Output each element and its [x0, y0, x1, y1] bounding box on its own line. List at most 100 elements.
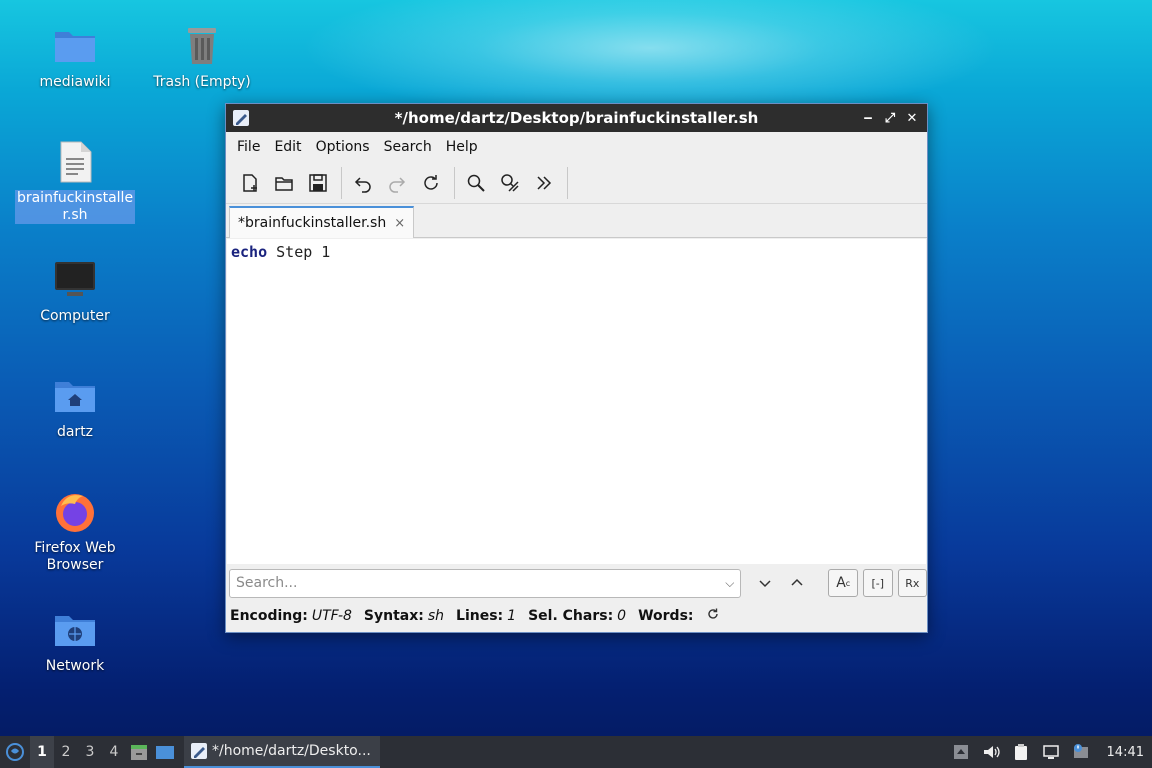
computer-icon: [55, 262, 95, 296]
code-text: Step 1: [267, 243, 331, 261]
toolbar-separator: [454, 166, 455, 199]
toolbar: [226, 162, 927, 204]
undo-button[interactable]: [347, 167, 379, 199]
menu-options[interactable]: Options: [309, 139, 377, 155]
taskbar-task-text-editor[interactable]: */home/dartz/Deskto...: [184, 736, 380, 768]
search-bar: ⌵ Ac [-] Rx: [226, 566, 928, 600]
workspace-4[interactable]: 4: [102, 736, 126, 768]
wallpaper-highlight: [300, 0, 1000, 120]
tab-label: *brainfuckinstaller.sh: [238, 215, 387, 231]
syntax-label: Syntax:: [363, 608, 424, 624]
tab-bar: *brainfuckinstaller.sh ×: [226, 204, 927, 238]
window-titlebar[interactable]: */home/dartz/Desktop/brainfuckinstaller.…: [226, 104, 927, 132]
refresh-icon: [707, 608, 718, 619]
regex-toggle[interactable]: Rx: [897, 569, 928, 597]
clock[interactable]: 14:41: [1107, 745, 1144, 760]
reload-button[interactable]: [415, 167, 447, 199]
status-bar: Encoding: UTF-8 Syntax: sh Lines: 1 Sel.…: [226, 602, 927, 630]
home-folder-icon: [55, 382, 95, 412]
find-previous-button[interactable]: [783, 569, 811, 597]
find-button[interactable]: [460, 167, 492, 199]
clipboard-button[interactable]: [1011, 742, 1031, 762]
workspace-1[interactable]: 1: [30, 736, 54, 768]
search-input[interactable]: [236, 575, 726, 591]
desktop-icon-brainfuckinstaller[interactable]: brainfuckinstalle r.sh: [14, 138, 136, 224]
arrow-up-icon: [953, 745, 968, 759]
desktop-icon-mediawiki[interactable]: mediawiki: [17, 22, 133, 91]
notification-icon: [1073, 744, 1088, 758]
text-editor-app-icon: [233, 110, 249, 126]
desktop-icon-firefox[interactable]: Firefox Web Browser: [17, 488, 133, 574]
text-editor-area[interactable]: echo Step 1: [227, 239, 926, 564]
desktop-icon-label: Computer: [40, 308, 110, 324]
words-label: Words:: [638, 608, 694, 624]
whole-word-toggle[interactable]: [-]: [862, 569, 893, 597]
network-icon: [1042, 745, 1059, 759]
syntax-value: sh: [427, 608, 445, 624]
tray-expand-button[interactable]: [951, 742, 971, 762]
maximize-button[interactable]: ⤢: [881, 109, 899, 127]
undo-icon: [354, 176, 371, 193]
open-file-button[interactable]: [268, 167, 300, 199]
code-keyword: echo: [231, 243, 268, 261]
lines-value: 1: [507, 608, 517, 624]
sel-chars-label: Sel. Chars:: [528, 608, 614, 624]
desktop-icon-network[interactable]: Network: [17, 606, 133, 675]
workspace-2[interactable]: 2: [54, 736, 78, 768]
find-replace-button[interactable]: [494, 167, 526, 199]
whole-word-icon: [-]: [871, 576, 885, 590]
menu-edit[interactable]: Edit: [267, 139, 308, 155]
desktop-icon: [156, 746, 174, 759]
desktop-icon-label: brainfuckinstalle r.sh: [14, 190, 136, 224]
find-icon: [467, 174, 485, 192]
task-label: */home/dartz/Deskto...: [212, 743, 371, 759]
chevron-down-icon: [759, 580, 771, 588]
volume-icon: [983, 746, 1000, 758]
find-next-button[interactable]: [751, 569, 779, 597]
match-case-toggle[interactable]: Ac: [828, 569, 858, 597]
save-button[interactable]: [302, 167, 334, 199]
redo-button[interactable]: [381, 167, 413, 199]
desktop-icon-label: mediawiki: [39, 74, 111, 90]
desktop-icon-label: dartz: [56, 424, 94, 440]
sel-chars-value: 0: [617, 608, 627, 624]
file-cabinet-icon: [131, 745, 147, 760]
menu-help[interactable]: Help: [439, 139, 485, 155]
folder-icon: [55, 32, 95, 62]
close-button[interactable]: ✕: [903, 109, 921, 127]
tab-close-icon[interactable]: ×: [394, 216, 405, 231]
lxqt-logo-icon: [6, 743, 24, 761]
clipboard-icon: [1014, 744, 1027, 760]
new-file-icon: [243, 173, 257, 192]
show-desktop-launcher[interactable]: [152, 736, 178, 768]
new-file-button[interactable]: [234, 167, 266, 199]
volume-button[interactable]: [981, 742, 1001, 762]
search-combobox[interactable]: ⌵: [229, 568, 742, 598]
taskbar: 1 2 3 4 */home/dartz/Deskto... 14:41: [0, 736, 1152, 768]
minimize-button[interactable]: ‒: [859, 109, 877, 127]
tab-brainfuckinstaller[interactable]: *brainfuckinstaller.sh ×: [229, 206, 415, 238]
start-menu-button[interactable]: [0, 736, 30, 768]
menu-file[interactable]: File: [230, 139, 267, 155]
chevron-down-icon[interactable]: ⌵: [725, 576, 734, 591]
refresh-word-count-button[interactable]: [706, 607, 720, 625]
more-icon: [537, 175, 552, 190]
workspace-3[interactable]: 3: [78, 736, 102, 768]
match-case-icon: A: [836, 575, 846, 591]
desktop-icon-trash[interactable]: Trash (Empty): [144, 22, 260, 91]
desktop-icon-label: Network: [45, 658, 105, 674]
reload-icon: [424, 174, 438, 190]
desktop-icon-dartz[interactable]: dartz: [17, 372, 133, 441]
network-folder-icon: [55, 616, 95, 646]
desktop-icon-label: Firefox Web Browser: [34, 540, 116, 573]
encoding-label: Encoding:: [230, 608, 308, 624]
desktop-icon-computer[interactable]: Computer: [17, 256, 133, 325]
notification-button[interactable]: [1071, 742, 1091, 762]
save-icon: [309, 173, 327, 192]
menu-search[interactable]: Search: [377, 139, 439, 155]
file-manager-launcher[interactable]: [126, 736, 152, 768]
network-button[interactable]: [1041, 742, 1061, 762]
more-tools-button[interactable]: [528, 167, 560, 199]
regex-icon: Rx: [905, 576, 920, 590]
find-replace-icon: [501, 173, 519, 192]
